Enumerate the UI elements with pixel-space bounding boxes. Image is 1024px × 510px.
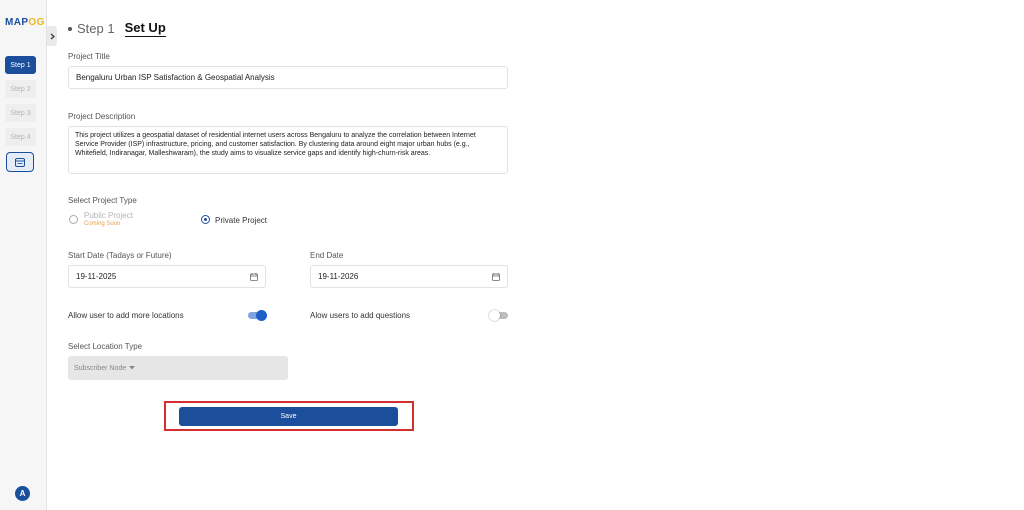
project-description-textarea[interactable]: This project utilizes a geospatial datas… bbox=[68, 126, 508, 174]
private-project-label[interactable]: Private Project bbox=[215, 216, 267, 225]
end-date-input[interactable]: 19-11-2026 bbox=[310, 265, 508, 288]
logo-text-accent: OG bbox=[28, 17, 45, 28]
bullet-dot bbox=[68, 26, 72, 31]
save-button[interactable]: Save bbox=[179, 407, 398, 426]
app-logo[interactable]: MAPOG bbox=[5, 17, 45, 28]
sidebar-step-2[interactable]: Step 2 bbox=[5, 80, 36, 98]
chevron-right-icon bbox=[50, 33, 55, 39]
logo-text-primary: MAP bbox=[5, 17, 29, 28]
sidebar: MAPOG Step 1 Step 2 Step 3 Step 4 A bbox=[0, 0, 47, 510]
allow-locations-toggle[interactable] bbox=[248, 310, 267, 321]
calendar-icon[interactable] bbox=[250, 272, 258, 281]
calendar-card-icon bbox=[15, 157, 25, 167]
public-project-radio bbox=[69, 215, 78, 224]
allow-questions-toggle[interactable] bbox=[489, 310, 508, 321]
sidebar-step-4[interactable]: Step 4 bbox=[5, 128, 36, 146]
location-type-value: Subscriber Node bbox=[74, 364, 127, 372]
start-date-label: Start Date (Tadays or Future) bbox=[68, 251, 172, 260]
sidebar-toggle-button[interactable] bbox=[47, 26, 57, 46]
page-title: Set Up bbox=[124, 20, 166, 37]
project-title-input[interactable]: Bengaluru Urban ISP Satisfaction & Geosp… bbox=[68, 66, 508, 89]
allow-locations-label: Allow user to add more locations bbox=[68, 311, 184, 320]
end-date-value: 19-11-2026 bbox=[318, 272, 359, 281]
toggle-knob bbox=[256, 310, 267, 321]
project-description-label: Project Description bbox=[68, 112, 136, 121]
location-type-label: Select Location Type bbox=[68, 342, 143, 351]
coming-soon-badge: Coming Soon bbox=[84, 221, 121, 227]
allow-questions-label: Alow users to add questions bbox=[310, 311, 411, 320]
sidebar-step-3[interactable]: Step 3 bbox=[5, 104, 36, 122]
sidebar-step-1[interactable]: Step 1 bbox=[5, 56, 36, 74]
caret-down-icon bbox=[129, 366, 136, 370]
start-date-value: 19-11-2025 bbox=[76, 272, 117, 281]
project-title-label: Project Title bbox=[68, 52, 110, 61]
start-date-input[interactable]: 19-11-2025 bbox=[68, 265, 266, 288]
user-avatar[interactable]: A bbox=[15, 486, 30, 501]
end-date-label: End Date bbox=[310, 251, 344, 260]
page-header: Step 1 Set Up bbox=[68, 20, 166, 37]
sidebar-calendar-step[interactable] bbox=[6, 152, 34, 172]
private-project-radio[interactable] bbox=[201, 215, 210, 224]
toggle-knob bbox=[489, 310, 500, 321]
step-indicator: Step 1 bbox=[77, 21, 115, 36]
public-project-label: Public Project bbox=[84, 211, 133, 220]
project-type-label: Select Project Type bbox=[68, 196, 137, 205]
location-type-select[interactable]: Subscriber Node bbox=[68, 356, 288, 380]
calendar-icon[interactable] bbox=[492, 272, 500, 281]
